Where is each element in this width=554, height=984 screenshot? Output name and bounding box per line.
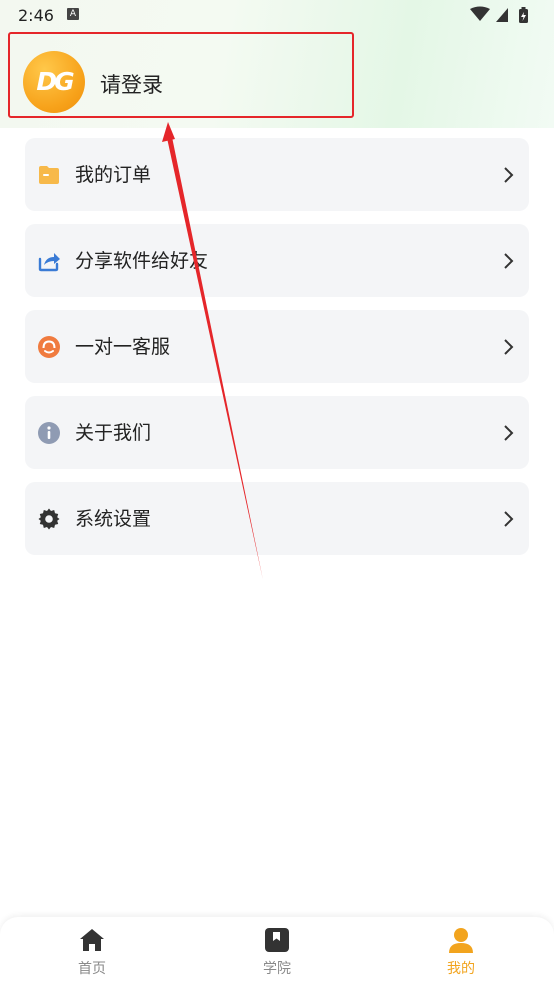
chevron-right-icon <box>504 425 514 441</box>
gear-icon <box>38 508 60 530</box>
person-icon <box>449 928 473 953</box>
signal-battery-icon <box>470 6 528 23</box>
menu-item-label: 关于我们 <box>75 422 152 444</box>
folder-icon <box>39 166 59 184</box>
tab-home[interactable]: 首页 <box>32 917 152 984</box>
home-icon <box>80 929 104 951</box>
status-time: 2:46 <box>18 6 54 25</box>
chevron-right-icon <box>504 253 514 269</box>
menu-item-orders[interactable]: 我的订单 <box>25 138 529 211</box>
menu-item-about[interactable]: 关于我们 <box>25 396 529 469</box>
bottom-tab-bar: 首页 学院 我的 <box>0 917 554 984</box>
share-icon <box>38 253 60 272</box>
menu-item-label: 我的订单 <box>75 164 152 186</box>
info-icon <box>38 422 60 444</box>
status-icons <box>468 6 538 24</box>
highlight-box <box>8 32 354 118</box>
notification-icon: A <box>67 8 79 20</box>
chevron-right-icon <box>504 511 514 527</box>
tab-label: 我的 <box>447 961 475 977</box>
menu-item-label: 一对一客服 <box>75 336 171 358</box>
tab-label: 学院 <box>263 961 291 977</box>
menu-item-label: 分享软件给好友 <box>75 250 209 272</box>
chevron-right-icon <box>504 167 514 183</box>
tab-academy[interactable]: 学院 <box>217 917 337 984</box>
menu-item-label: 系统设置 <box>75 508 152 530</box>
menu-item-share[interactable]: 分享软件给好友 <box>25 224 529 297</box>
chevron-right-icon <box>504 339 514 355</box>
menu-item-settings[interactable]: 系统设置 <box>25 482 529 555</box>
headset-icon <box>38 336 60 358</box>
tab-label: 首页 <box>78 961 106 977</box>
status-bar: 2:46 A <box>0 0 554 32</box>
tab-mine[interactable]: 我的 <box>401 917 521 984</box>
menu-item-customer-service[interactable]: 一对一客服 <box>25 310 529 383</box>
book-icon <box>265 928 289 952</box>
